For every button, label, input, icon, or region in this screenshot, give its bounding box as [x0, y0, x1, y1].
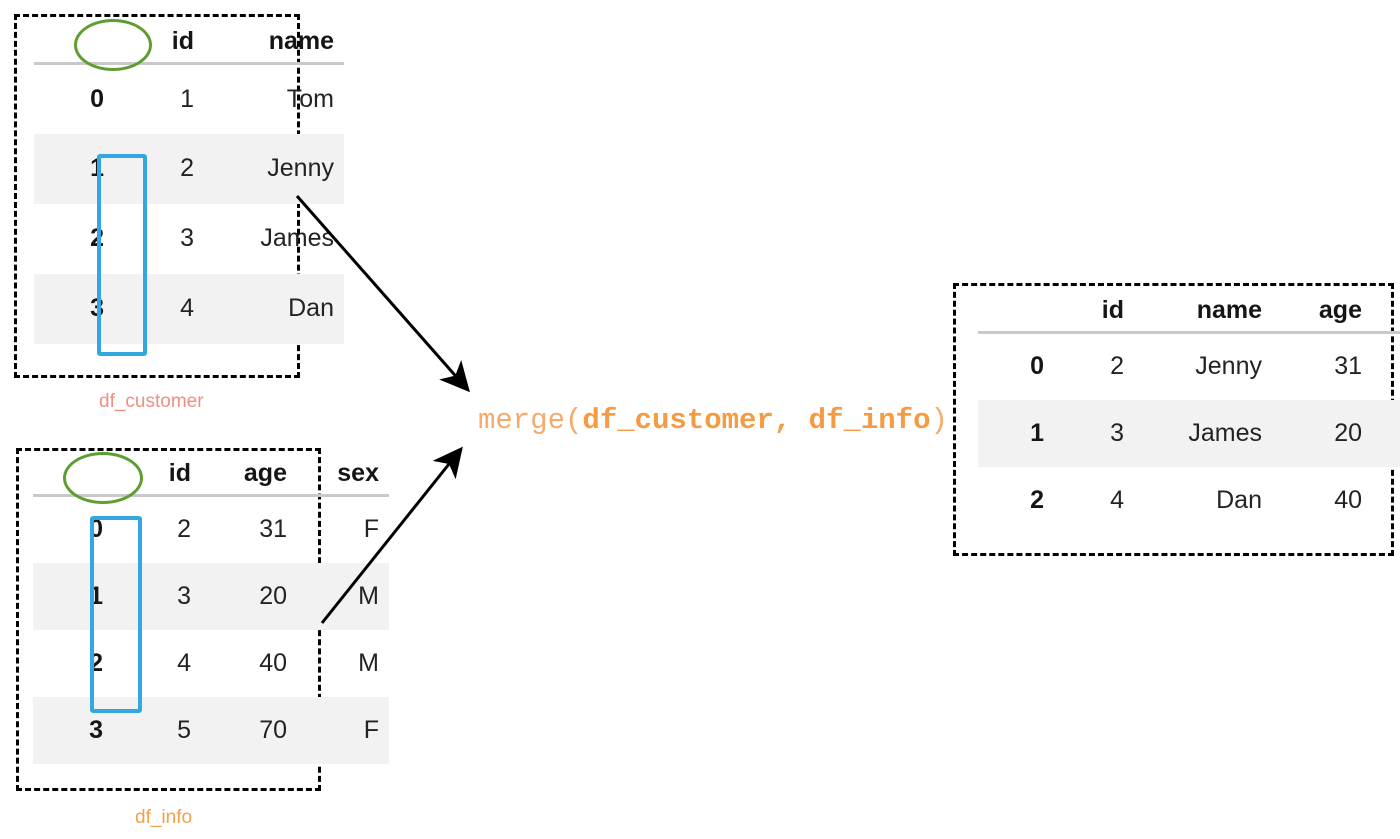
- cell-id: 4: [177, 648, 191, 677]
- cell-age: 70: [259, 715, 287, 744]
- table-row: 0 1 Tom: [34, 64, 344, 134]
- cell-sex: M: [358, 581, 379, 610]
- row-index: 0: [89, 515, 103, 544]
- row-index: 1: [1030, 418, 1044, 447]
- table-row: 2 4 Dan 40 M: [978, 467, 1400, 534]
- merge-arg-df-info: df_info: [808, 404, 931, 437]
- column-header-sex: sex: [337, 459, 379, 487]
- column-header-age: age: [1318, 296, 1362, 324]
- table-row: 3 4 Dan: [34, 273, 344, 344]
- cell-sex: F: [1372, 333, 1400, 400]
- cell-sex: M: [358, 648, 379, 677]
- table-row: 1 3 20 M: [33, 562, 389, 630]
- table-header-row: id name age sex: [978, 296, 1400, 333]
- cell-sex: M: [1372, 467, 1400, 534]
- table-header-row: id age sex: [33, 459, 389, 496]
- cell-id: 4: [180, 294, 194, 322]
- table-header-row: id name: [34, 27, 344, 64]
- column-header-index: [33, 459, 113, 496]
- column-header-id: id: [171, 27, 194, 55]
- df-info-table: id age sex 0 2 31 F 1 3 20 M 2 4 40 M 3 …: [33, 459, 389, 764]
- cell-name: James: [260, 224, 334, 252]
- table-row: 0 2 Jenny 31 F: [978, 333, 1400, 400]
- column-header-id: id: [1101, 296, 1124, 324]
- cell-name: James: [1188, 418, 1262, 447]
- row-index: 0: [1030, 352, 1044, 381]
- cell-age: 20: [1334, 418, 1362, 447]
- table-row: 1 3 James 20 M: [978, 399, 1400, 467]
- df-info-caption: df_info: [135, 807, 193, 828]
- cell-id: 1: [180, 84, 194, 113]
- cell-id: 2: [177, 515, 191, 544]
- merge-arg-separator: ,: [773, 404, 809, 437]
- row-index: 1: [90, 154, 104, 182]
- cell-name: Jenny: [1195, 352, 1262, 381]
- df-customer-caption: df_customer: [99, 391, 204, 412]
- row-index: 3: [89, 715, 103, 744]
- column-header-index: [34, 27, 114, 64]
- merge-expression: merge(df_customer, df_info): [478, 404, 948, 437]
- table-row: 3 5 70 F: [33, 696, 389, 764]
- cell-age: 31: [1334, 352, 1362, 381]
- df-customer-table: id name 0 1 Tom 1 2 Jenny 2 3 James 3 4 …: [34, 27, 344, 344]
- row-index: 2: [89, 648, 103, 677]
- cell-name: Dan: [288, 294, 334, 322]
- column-header-name: name: [268, 27, 334, 55]
- table-row: 2 4 40 M: [33, 630, 389, 697]
- cell-name: Tom: [286, 84, 334, 113]
- cell-name: Dan: [1216, 485, 1262, 514]
- cell-id: 2: [1110, 352, 1124, 381]
- cell-age: 40: [259, 648, 287, 677]
- row-index: 2: [1030, 485, 1044, 514]
- row-index: 1: [89, 581, 103, 610]
- table-row: 1 2 Jenny: [34, 133, 344, 204]
- row-index: 0: [90, 84, 104, 113]
- df-customer-box: id name 0 1 Tom 1 2 Jenny 2 3 James 3 4 …: [14, 14, 344, 378]
- merge-function-name: merge(: [478, 404, 583, 437]
- cell-sex: F: [363, 715, 379, 744]
- merge-close-paren: ): [930, 404, 948, 437]
- cell-id: 3: [180, 224, 194, 252]
- cell-sex: M: [1372, 400, 1400, 467]
- column-header-index: [978, 296, 1054, 333]
- cell-age: 31: [259, 515, 287, 544]
- df-info-box: id age sex 0 2 31 F 1 3 20 M 2 4 40 M 3 …: [16, 448, 389, 791]
- cell-id: 4: [1110, 485, 1124, 514]
- df-result-box: id name age sex 0 2 Jenny 31 F 1 3 James: [953, 283, 1400, 556]
- df-result-table: id name age sex 0 2 Jenny 31 F 1 3 James: [978, 296, 1400, 534]
- table-row: 2 3 James: [34, 204, 344, 274]
- table-row: 0 2 31 F: [33, 496, 389, 563]
- cell-id: 3: [1110, 418, 1124, 447]
- column-header-id: id: [168, 459, 191, 487]
- cell-id: 3: [177, 581, 191, 610]
- column-header-sex: sex: [1372, 296, 1400, 333]
- cell-sex: F: [363, 515, 379, 544]
- row-index: 3: [90, 294, 104, 322]
- merge-arg-df-customer: df_customer: [582, 404, 774, 437]
- cell-age: 40: [1334, 485, 1362, 514]
- column-header-age: age: [243, 459, 287, 487]
- cell-id: 2: [180, 154, 194, 182]
- row-index: 2: [90, 224, 104, 252]
- cell-name: Jenny: [267, 154, 334, 182]
- column-header-name: name: [1196, 296, 1262, 324]
- diagram-canvas: id name 0 1 Tom 1 2 Jenny 2 3 James 3 4 …: [0, 0, 1400, 839]
- cell-id: 5: [177, 715, 191, 744]
- cell-age: 20: [259, 581, 287, 610]
